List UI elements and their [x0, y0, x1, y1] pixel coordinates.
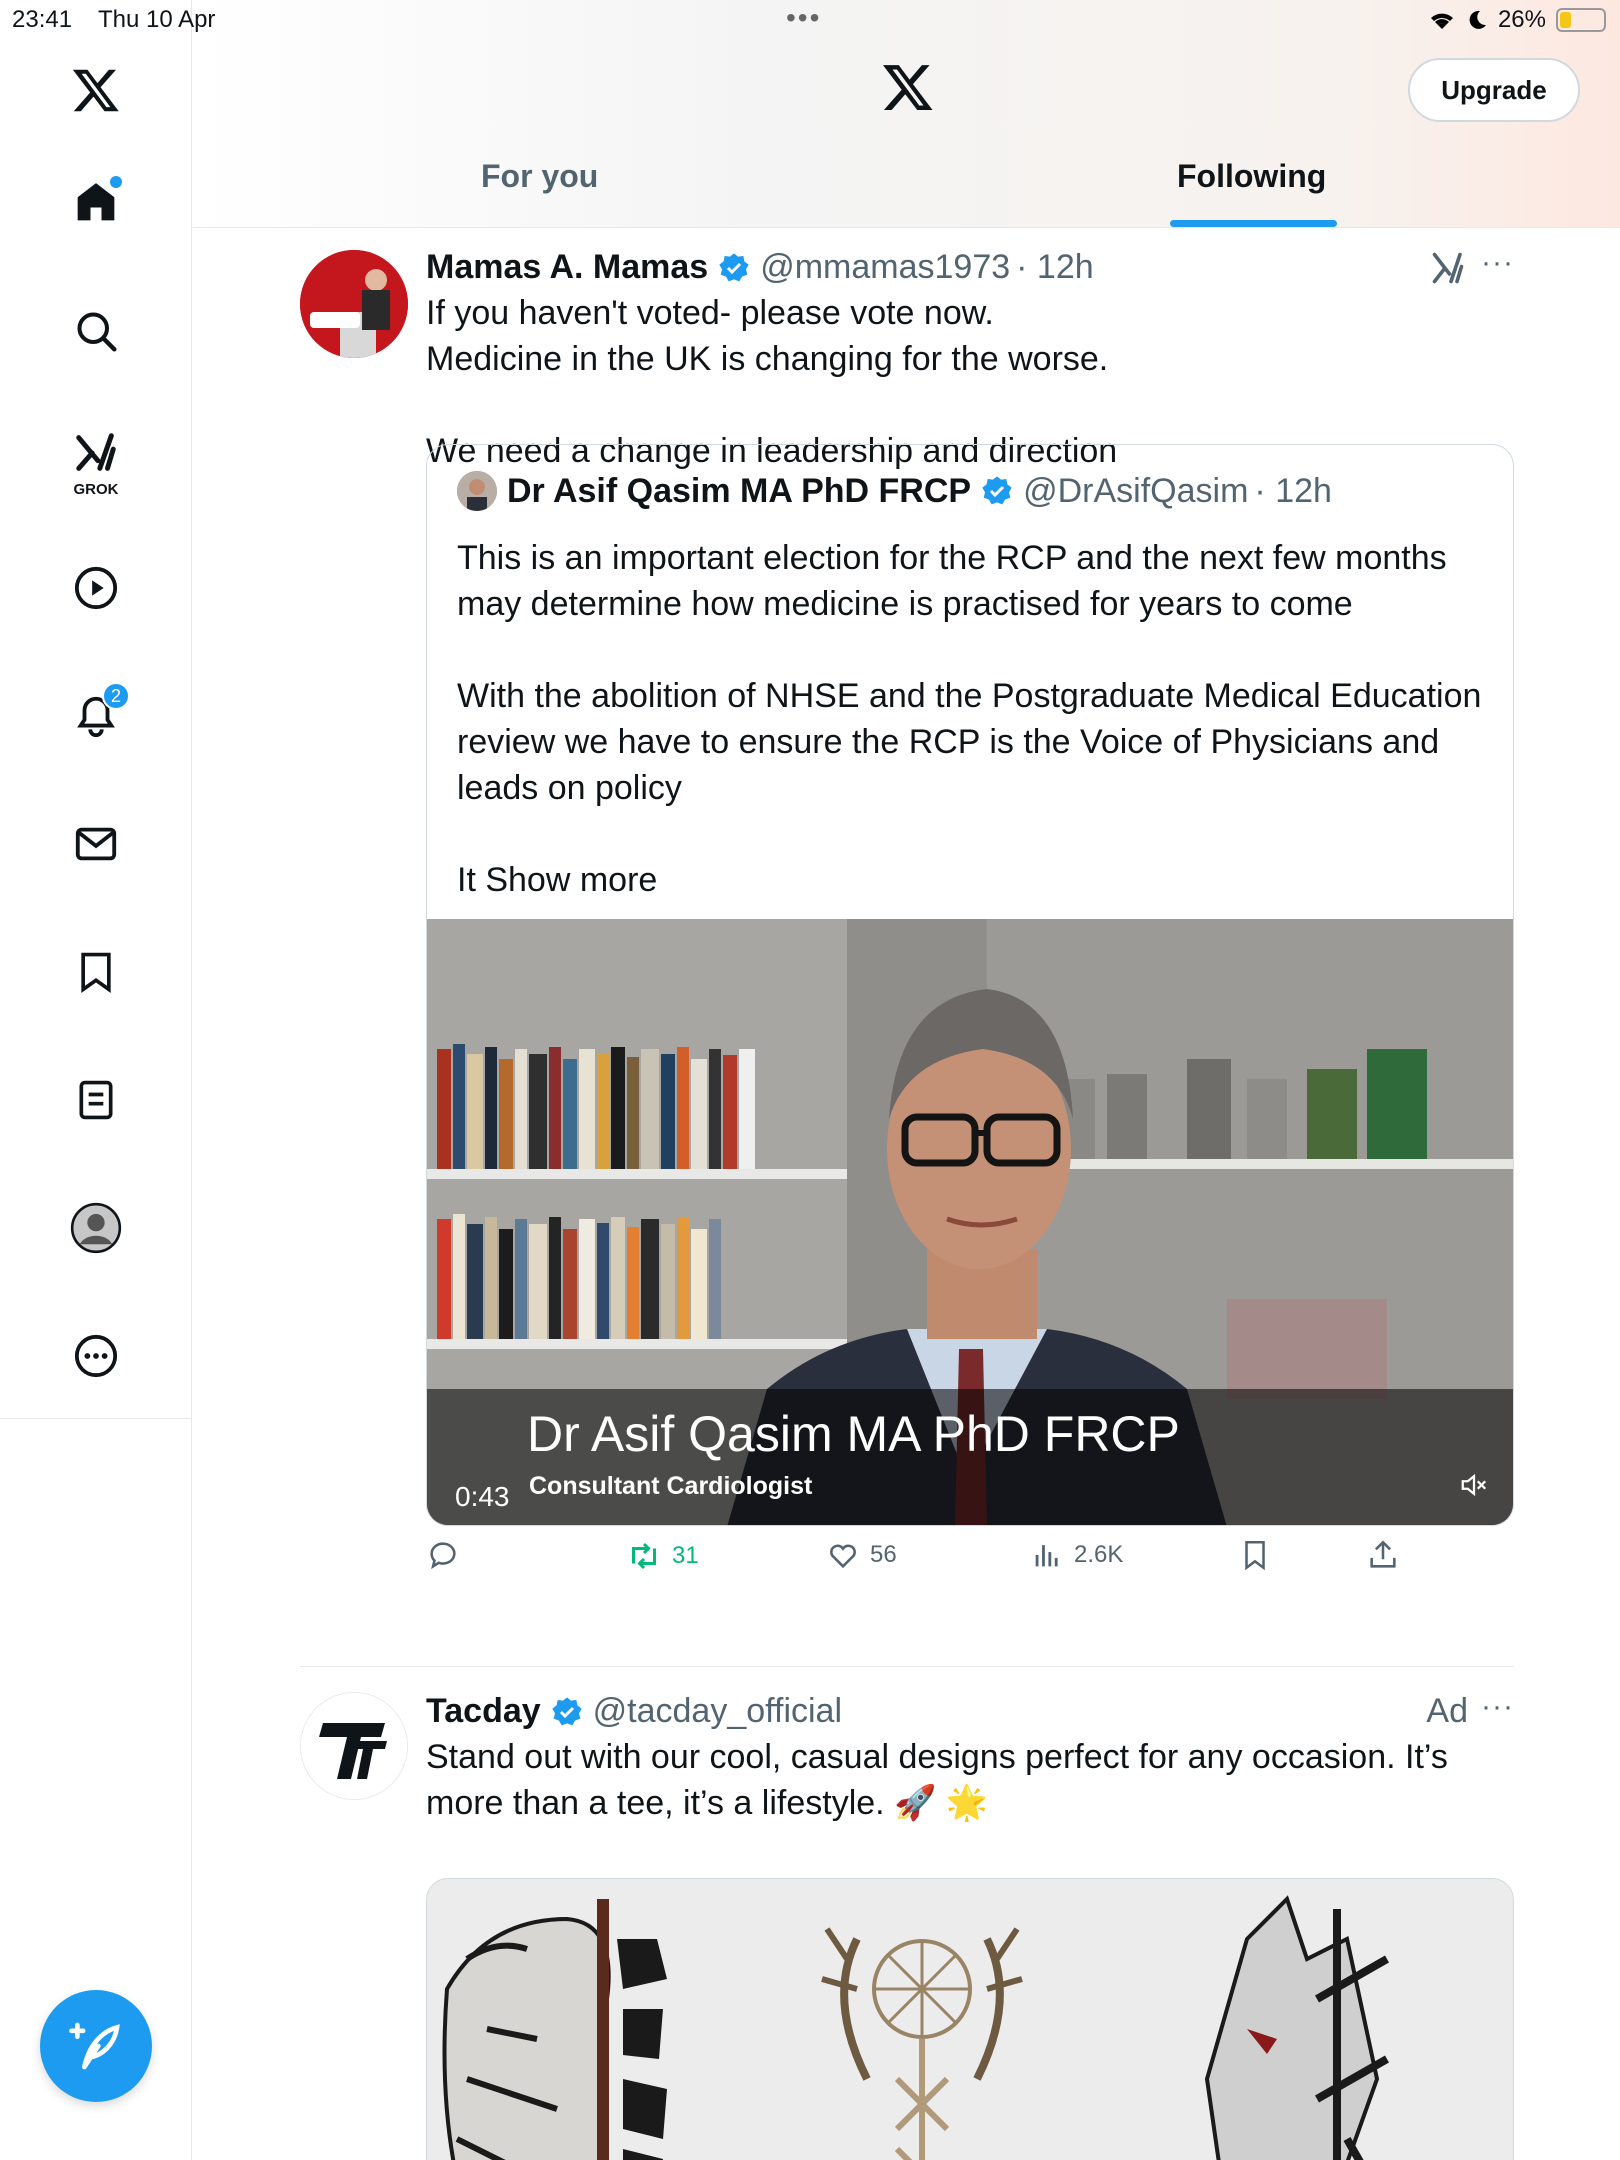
- wifi-icon: [1430, 13, 1453, 29]
- quoted-author-name[interactable]: Dr Asif Qasim MA PhD FRCP: [507, 472, 971, 511]
- active-tab-indicator: [1170, 220, 1337, 227]
- reply-button[interactable]: [426, 1538, 470, 1572]
- more-options-icon[interactable]: ···: [1481, 246, 1514, 280]
- tab-following[interactable]: Following: [1177, 158, 1326, 195]
- views-count: 2.6K: [1074, 1541, 1124, 1568]
- quoted-verified-badge-icon: [981, 475, 1013, 507]
- grok-explain-icon[interactable]: [1430, 250, 1466, 291]
- bookmark-button[interactable]: [1238, 1538, 1272, 1572]
- like-button[interactable]: 56: [826, 1538, 897, 1572]
- status-bar: 23:41 Thu 10 Apr ••• 26%: [0, 0, 1620, 40]
- grok-label: GROK: [73, 481, 119, 498]
- tweet-actions: 31 56 2.6K: [426, 1538, 1514, 1598]
- notifications-icon[interactable]: 2: [56, 676, 136, 756]
- home-new-dot: [110, 176, 122, 188]
- battery-percent: 26%: [1497, 6, 1546, 33]
- tweet-header: Mamas A. Mamas @mmamas1973 · 12h: [426, 248, 1094, 287]
- ad-shirt-designs-image: [427, 1879, 1513, 2160]
- compose-feather-icon: [69, 2022, 120, 2070]
- quoted-author-handle[interactable]: @DrAsifQasim: [1023, 472, 1248, 511]
- avatar[interactable]: [300, 1692, 408, 1800]
- video-player[interactable]: Dr Asif Qasim MA PhD FRCP Consultant Car…: [427, 919, 1513, 1525]
- status-time: 23:41: [12, 6, 73, 33]
- quoted-tweet[interactable]: Dr Asif Qasim MA PhD FRCP @DrAsifQasim ·…: [426, 444, 1514, 1526]
- like-count: 56: [870, 1541, 897, 1568]
- tab-for-you[interactable]: For you: [481, 158, 598, 195]
- compose-post-button[interactable]: [40, 1990, 152, 2102]
- ad-media[interactable]: [426, 1878, 1514, 2160]
- tweet-separator: [300, 1666, 1514, 1667]
- author-handle[interactable]: @tacday_official: [593, 1692, 842, 1731]
- quoted-tweet-time: · 12h: [1254, 471, 1332, 510]
- bookmark-icon: [1245, 1540, 1265, 1571]
- verified-badge-icon: [718, 252, 750, 284]
- heart-icon: [830, 1544, 856, 1569]
- mute-icon[interactable]: [1459, 1470, 1489, 1505]
- views-chart-icon: [1035, 1545, 1058, 1567]
- status-date: Thu 10 Apr: [98, 6, 216, 33]
- video-duration: 0:43: [455, 1481, 510, 1512]
- messages-icon[interactable]: [56, 804, 136, 884]
- verified-badge-icon: [551, 1696, 583, 1728]
- tweet-text: Stand out with our cool, casual designs …: [426, 1738, 1458, 1822]
- tweet[interactable]: Mamas A. Mamas @mmamas1973 · 12h ··· If …: [300, 246, 1514, 1648]
- retweet-button[interactable]: 31: [626, 1538, 699, 1574]
- reply-icon: [430, 1542, 456, 1570]
- bookmarks-icon[interactable]: [56, 932, 136, 1012]
- profile-icon[interactable]: [56, 1188, 136, 1268]
- author-handle[interactable]: @mmamas1973: [760, 248, 1010, 287]
- status-right: 26%: [1428, 6, 1606, 34]
- retweet-icon: [632, 1542, 656, 1570]
- more-icon[interactable]: [56, 1316, 136, 1396]
- grok-icon[interactable]: GROK: [56, 420, 136, 500]
- author-name[interactable]: Mamas A. Mamas: [426, 248, 708, 287]
- video-caption-role: Consultant Cardiologist: [529, 1472, 813, 1500]
- share-button[interactable]: [1366, 1538, 1400, 1572]
- author-name[interactable]: Tacday: [426, 1692, 541, 1731]
- views-button[interactable]: 2.6K: [1030, 1538, 1123, 1572]
- multitasking-dots-icon[interactable]: •••: [786, 2, 821, 34]
- upgrade-button[interactable]: Upgrade: [1408, 58, 1580, 122]
- avatar[interactable]: [300, 250, 408, 358]
- lists-icon[interactable]: [56, 1060, 136, 1140]
- video-icon[interactable]: [56, 548, 136, 628]
- battery-icon: [1556, 8, 1606, 32]
- search-icon[interactable]: [56, 291, 136, 371]
- tweet-time[interactable]: · 12h: [1016, 248, 1094, 287]
- moon-icon: [1469, 10, 1486, 29]
- quoted-avatar[interactable]: [457, 471, 497, 511]
- ad-label: Ad: [1426, 1692, 1468, 1730]
- quoted-tweet-header: Dr Asif Qasim MA PhD FRCP @DrAsifQasim ·…: [457, 471, 1332, 511]
- x-logo-header-icon[interactable]: [881, 60, 935, 119]
- sidebar-divider: [0, 1418, 192, 1419]
- x-logo-icon[interactable]: [56, 50, 136, 130]
- sidebar: GROK 2: [0, 0, 192, 2160]
- notifications-badge: 2: [102, 682, 130, 710]
- tweet-header: Tacday @tacday_official: [426, 1692, 842, 1731]
- retweet-count: 31: [672, 1542, 699, 1569]
- share-icon: [1370, 1540, 1396, 1568]
- promoted-tweet[interactable]: Tacday @tacday_official Ad ··· Stand out…: [300, 1690, 1514, 2160]
- home-icon[interactable]: [56, 162, 136, 242]
- quoted-tweet-text[interactable]: This is an important election for the RC…: [457, 535, 1497, 903]
- video-caption-name: Dr Asif Qasim MA PhD FRCP: [527, 1406, 1180, 1462]
- more-options-icon[interactable]: ···: [1481, 1690, 1514, 1724]
